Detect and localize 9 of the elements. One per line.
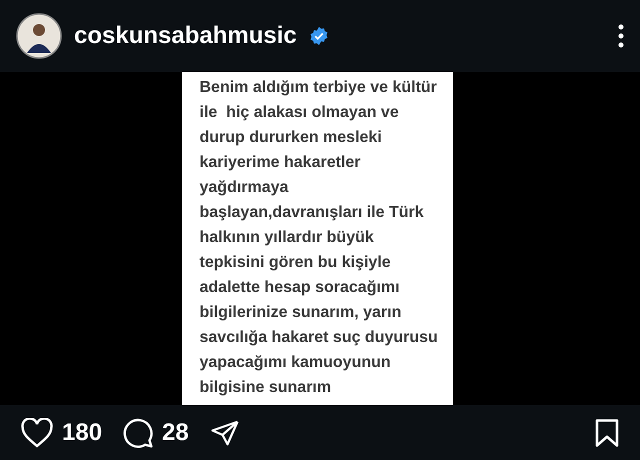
username[interactable]: coskunsabahmusic: [74, 18, 297, 54]
avatar[interactable]: [16, 13, 62, 59]
comment-count[interactable]: 28: [162, 414, 189, 450]
comment-icon[interactable]: [122, 416, 154, 448]
more-options-icon[interactable]: [618, 24, 624, 48]
post-text: Benim aldığım terbiye ve kültür ile hiç alakası olmayan ve durup dururken mesleki kariyerime hakaretler yağdırmaya başlayan,davranışları ile Türk halkının yıllardır büyük tepkisini gören bu kişiyle adalette hesap soracağımı bilgilerinize sunarım, yarın savcılığa hakaret suç duyurusu yapacağımı kamuoyunun bilgisine sunarım: [200, 78, 439, 398]
bookmark-icon[interactable]: [594, 418, 620, 448]
heart-icon[interactable]: [20, 418, 54, 448]
like-count[interactable]: 180: [62, 414, 102, 450]
